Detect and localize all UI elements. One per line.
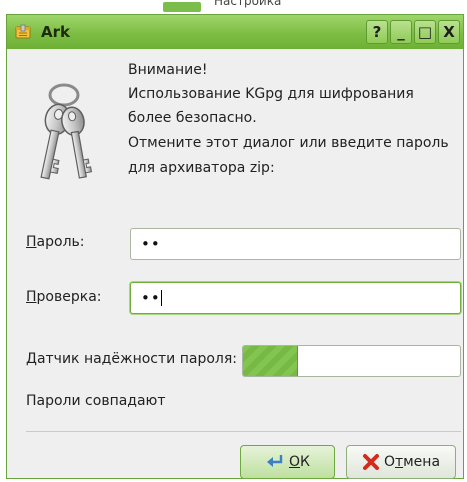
close-button[interactable]: X: [438, 20, 460, 44]
message-line-4: Отмените этот диалог или введите пароль: [128, 135, 449, 151]
ark-password-dialog: Ark ? _ □ X Внимание! Использование KGpg…: [6, 14, 464, 479]
minimize-button[interactable]: _: [390, 20, 412, 44]
password-input[interactable]: ••: [130, 228, 461, 260]
password-strength-meter: [242, 345, 461, 377]
password-label-text: ароль:: [36, 234, 85, 250]
text-caret: [160, 290, 162, 306]
verify-label-mnemonic: П: [26, 289, 37, 305]
app-archive-icon: [15, 24, 31, 39]
verify-label-text: роверка:: [36, 289, 102, 305]
window-title: Ark: [41, 23, 70, 41]
cancel-button-label: Отмена: [383, 454, 441, 470]
message-line-5: для архиватора zip:: [128, 160, 275, 176]
strength-meter-label: Датчик надёжности пароля:: [26, 351, 237, 367]
help-button[interactable]: ?: [366, 20, 388, 44]
message-line-2: Использование KGpg для шифрования: [128, 86, 414, 102]
message-line-1: Внимание!: [128, 62, 208, 78]
verify-label: Проверка:: [26, 289, 102, 305]
verify-value: ••: [141, 289, 161, 307]
password-label: Пароль:: [26, 234, 84, 250]
background-window-icon: [163, 2, 201, 12]
status-text: Пароли совпадают: [26, 393, 166, 409]
title-bar[interactable]: Ark ? _ □ X: [7, 15, 463, 49]
background-window-strip: Настройка: [0, 0, 467, 14]
background-window-text: Настройка: [214, 0, 282, 8]
cancel-button[interactable]: Отмена: [346, 445, 456, 479]
maximize-button[interactable]: □: [414, 20, 436, 44]
cancel-x-icon: [362, 454, 379, 470]
message-line-3: более безопасно.: [128, 110, 257, 126]
keys-icon: [40, 83, 93, 180]
password-label-mnemonic: П: [26, 234, 37, 250]
ok-button[interactable]: ОК: [240, 445, 335, 479]
ok-button-label: ОК: [289, 454, 310, 470]
password-value: ••: [141, 235, 161, 253]
button-separator: [26, 431, 461, 432]
verify-input[interactable]: ••: [130, 282, 461, 314]
ok-arrow-icon: [267, 455, 283, 467]
strength-meter-fill: [243, 346, 299, 376]
